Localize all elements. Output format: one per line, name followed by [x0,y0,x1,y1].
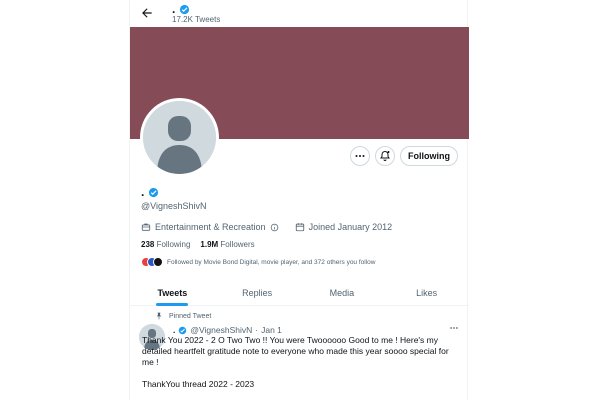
calendar-icon [295,223,304,232]
tweet-header: . @VigneshShivN · Jan 1 [173,325,282,335]
header-name: . [172,2,190,16]
tweet-text-line1: Thank You 2022 - 2 O Two Two !! You were… [142,335,449,367]
profile-tabs: Tweets Replies Media Likes [130,280,469,306]
tab-likes[interactable]: Likes [384,280,469,305]
profile-handle: @VigneshShivN [141,201,207,211]
tweet-separator: · [255,325,259,335]
notify-button[interactable] [375,146,395,166]
following-count: 238 [141,240,155,249]
followed-by-avatars [141,257,163,267]
profile-column: . 17.2K Tweets Following . @VigneshShivN… [129,0,469,400]
profile-joined: Joined January 2012 [308,222,393,232]
briefcase-icon [141,223,151,231]
profile-name: . [141,185,159,199]
header-name-text: . [172,2,176,16]
followers-label: Followers [220,240,255,249]
followers-count-link[interactable]: 1.9M Followers [200,240,254,249]
verified-badge-icon [179,326,187,334]
followed-by[interactable]: Followed by Movie Bond Digital, movie pl… [141,256,375,268]
profile-header: . 17.2K Tweets [130,0,469,27]
following-label: Following [156,240,191,249]
tab-media[interactable]: Media [300,280,385,305]
bell-plus-icon [380,150,390,161]
pinned-indicator: Pinned Tweet [155,312,211,320]
tweet-text: Thank You 2022 - 2 O Two Two !! You were… [142,335,460,400]
back-arrow-icon [142,8,152,18]
more-icon [355,155,365,157]
tweet-author-handle[interactable]: @VigneshShivN [190,325,252,335]
tweet-count: 17.2K Tweets [172,15,221,24]
tweet-author-name[interactable]: . [173,325,175,335]
profile-category: Entertainment & Recreation [155,222,266,232]
pinned-label: Pinned Tweet [169,312,212,320]
tweet-date[interactable]: Jan 1 [261,325,282,335]
profile-counts: 238 Following 1.9M Followers [141,240,255,249]
followers-count: 1.9M [200,240,219,249]
pin-icon [156,312,162,320]
pinned-tweet[interactable]: Pinned Tweet . @VigneshShivN · Jan 1 Tha… [130,307,469,400]
following-button[interactable]: Following [400,146,458,166]
verified-badge-icon [149,187,159,197]
info-icon[interactable] [270,223,279,232]
tweet-text-line2: ThankYou thread 2022 - 2023 [142,379,255,389]
tab-tweets[interactable]: Tweets [130,280,215,305]
profile-name-text: . [141,185,145,199]
profile-avatar[interactable] [140,98,219,177]
tab-replies[interactable]: Replies [215,280,300,305]
more-icon [450,327,458,329]
mini-avatar [153,257,163,267]
profile-meta: Entertainment & Recreation Joined Januar… [141,222,392,232]
default-avatar-icon [143,101,216,174]
followed-by-text: Followed by Movie Bond Digital, movie pl… [167,258,376,266]
back-button[interactable] [138,4,156,22]
following-count-link[interactable]: 238 Following [141,240,190,249]
more-actions-button[interactable] [350,146,370,166]
verified-badge-icon [180,4,190,14]
